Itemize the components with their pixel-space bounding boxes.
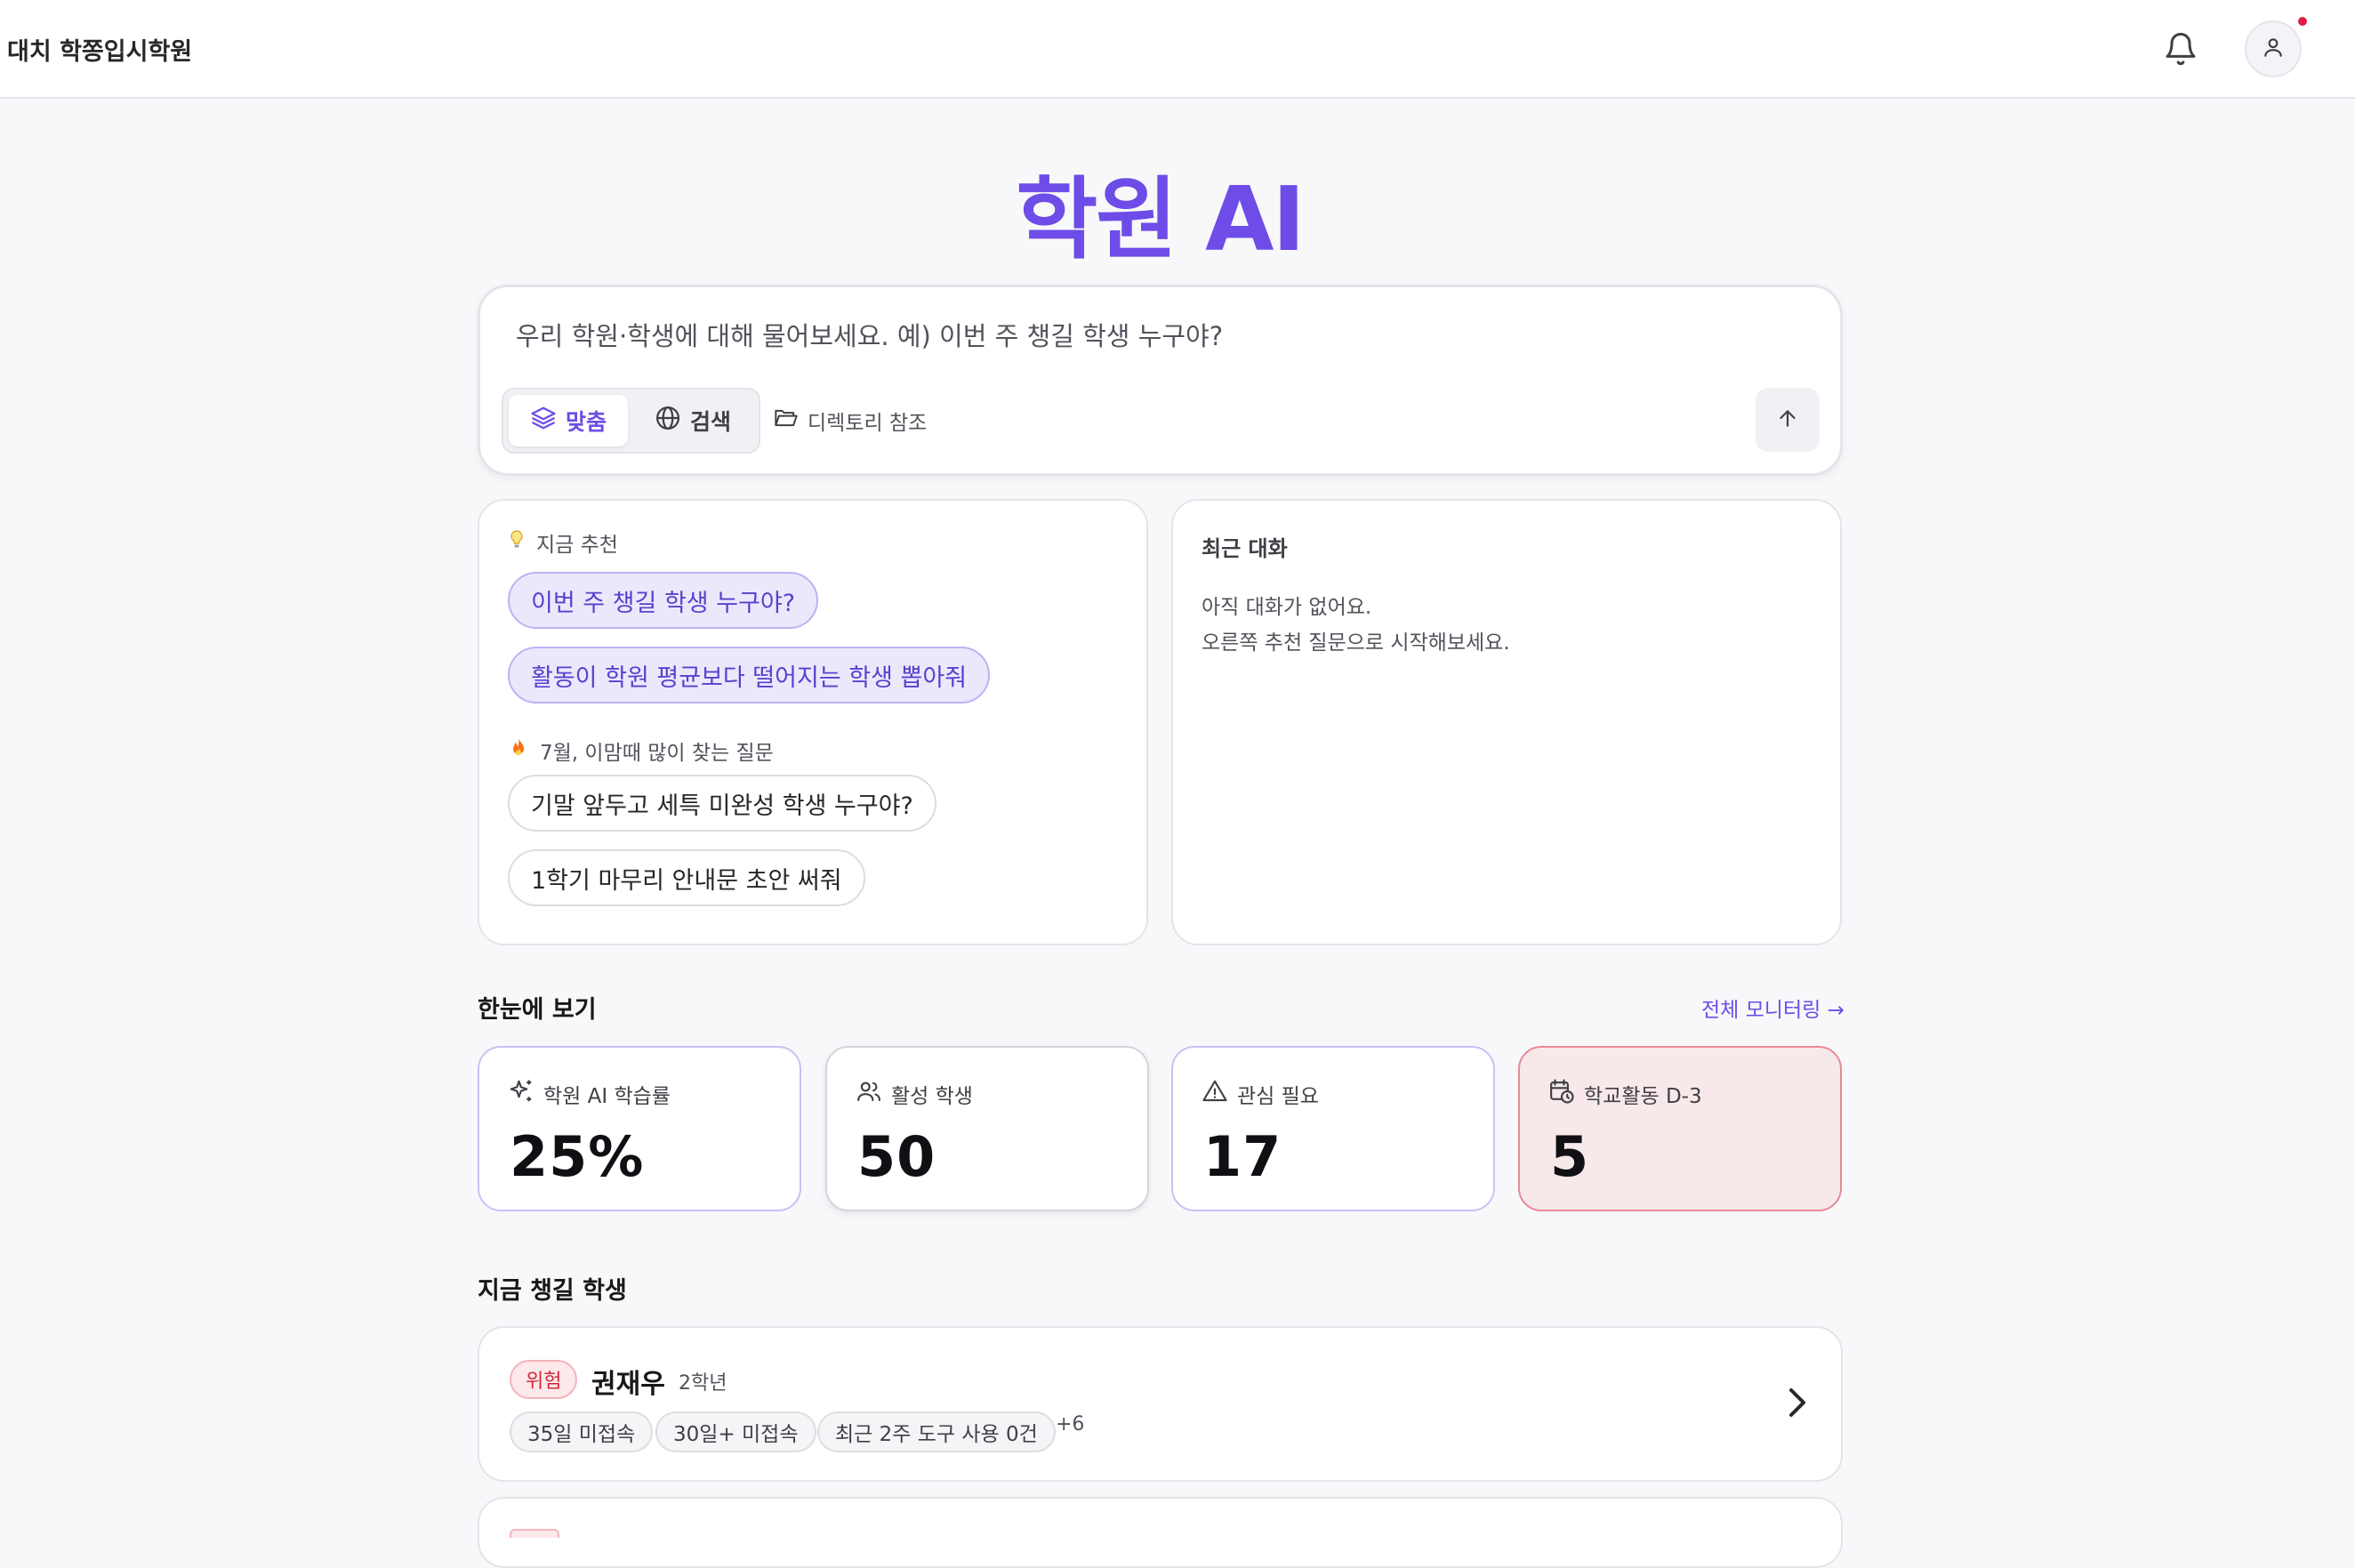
stat-card-ai-learning-rate[interactable]: 학원 AI 학습률 25% [478, 1046, 801, 1211]
ask-input[interactable] [516, 321, 1672, 351]
directory-reference-button[interactable]: 디렉토리 참조 [774, 406, 927, 436]
user-avatar-button[interactable] [2245, 20, 2302, 77]
more-tags-count: +6 [1056, 1413, 1085, 1435]
ai-composer: 맞춤 검색 디렉토리 참조 [478, 285, 1843, 476]
student-name: 권재우 [591, 1369, 665, 1400]
mode-custom-button[interactable]: 맞춤 [509, 395, 629, 446]
risk-badge [510, 1529, 559, 1538]
suggestions-card: 지금 추천 이번 주 챙길 학생 누구야? 활동이 학원 평균보다 떨어지는 학… [478, 499, 1148, 945]
stat-label: 관심 필요 [1237, 1085, 1319, 1108]
academy-name[interactable]: 대치 학쫑입시학원 [7, 32, 192, 67]
student-tag: 최근 2주 도구 사용 0건 [817, 1411, 1056, 1452]
recent-empty-line: 아직 대화가 없어요. [1202, 596, 1372, 619]
now-suggestion-header: 지금 추천 [510, 527, 618, 558]
sparkles-icon [508, 1078, 534, 1110]
directory-reference-label: 디렉토리 참조 [808, 412, 928, 435]
now-suggestion-label: 지금 추천 [536, 534, 618, 557]
chevron-right-icon [1783, 1385, 1810, 1420]
stat-card-active-students[interactable]: 활성 학생 50 [825, 1046, 1149, 1211]
suggestion-chip[interactable]: 기말 앞두고 세특 미완성 학생 누구야? [508, 775, 936, 832]
send-button[interactable] [1756, 388, 1820, 452]
recent-empty-state: 아직 대화가 없어요. 오른쪽 추천 질문으로 시작해보세요. [1202, 590, 1510, 661]
recent-conversations-title: 최근 대화 [1202, 536, 1288, 561]
full-monitoring-link[interactable]: 전체 모니터링 → [1701, 993, 1845, 1023]
stat-label: 학원 AI 학습률 [543, 1085, 671, 1108]
users-icon [856, 1078, 882, 1110]
stat-card-school-activity-d3[interactable]: 학교활동 D-3 5 [1518, 1046, 1842, 1211]
student-tag: 30일+ 미접속 [655, 1411, 816, 1452]
notification-dot [2298, 17, 2307, 26]
student-tag: 35일 미접속 [510, 1411, 654, 1452]
student-row[interactable] [478, 1497, 1843, 1568]
stat-value: 25% [510, 1124, 645, 1189]
recent-conversations-card: 최근 대화 아직 대화가 없어요. 오른쪽 추천 질문으로 시작해보세요. [1171, 499, 1842, 945]
arrow-up-icon [1776, 406, 1799, 433]
student-row[interactable]: 위험 권재우 2학년 35일 미접속 30일+ 미접속 최근 2주 도구 사용 … [478, 1326, 1843, 1482]
globe-icon [655, 405, 681, 437]
stat-label-row: 활성 학생 [856, 1078, 973, 1110]
stat-label: 학교활동 D-3 [1584, 1085, 1702, 1108]
layers-icon [530, 405, 557, 437]
mode-custom-label: 맞춤 [566, 409, 607, 435]
folder-open-icon [774, 407, 799, 434]
popular-suggestion-label: 7월, 이맘때 많이 찾는 질문 [540, 742, 774, 765]
risk-badge: 위험 [510, 1360, 578, 1399]
student-grade: 2학년 [679, 1372, 727, 1395]
mode-toggle: 맞춤 검색 [502, 388, 760, 454]
fire-icon [510, 737, 527, 764]
stat-value: 50 [857, 1124, 936, 1189]
suggestion-chip[interactable]: 1학기 마무리 안내문 초안 써줘 [508, 849, 865, 906]
user-icon [2262, 36, 2285, 62]
popular-suggestion-header: 7월, 이맘때 많이 찾는 질문 [510, 736, 774, 766]
mode-search-button[interactable]: 검색 [633, 395, 752, 446]
page-title: 학원 AI [1016, 167, 1305, 271]
suggestion-chip[interactable]: 이번 주 챙길 학생 누구야? [508, 572, 819, 629]
glance-section-title: 한눈에 보기 [478, 996, 597, 1024]
top-bar: 대치 학쫑입시학원 [0, 0, 2355, 99]
lightbulb-icon [510, 529, 524, 556]
stat-value: 5 [1550, 1124, 1590, 1189]
stat-label: 활성 학생 [891, 1085, 973, 1108]
stat-value: 17 [1203, 1124, 1282, 1189]
stat-label-row: 학교활동 D-3 [1548, 1078, 1702, 1110]
care-section-title: 지금 챙길 학생 [478, 1277, 627, 1305]
recent-empty-line: 오른쪽 추천 질문으로 시작해보세요. [1202, 631, 1510, 655]
calendar-clock-icon [1548, 1078, 1575, 1110]
bell-icon[interactable] [2163, 30, 2198, 68]
suggestion-chip[interactable]: 활동이 학원 평균보다 떨어지는 학생 뽑아줘 [508, 647, 991, 704]
stat-card-needs-attention[interactable]: 관심 필요 17 [1171, 1046, 1495, 1211]
stat-label-row: 관심 필요 [1202, 1078, 1319, 1110]
alert-triangle-icon [1202, 1078, 1228, 1110]
stat-label-row: 학원 AI 학습률 [508, 1078, 671, 1110]
mode-search-label: 검색 [690, 409, 732, 435]
